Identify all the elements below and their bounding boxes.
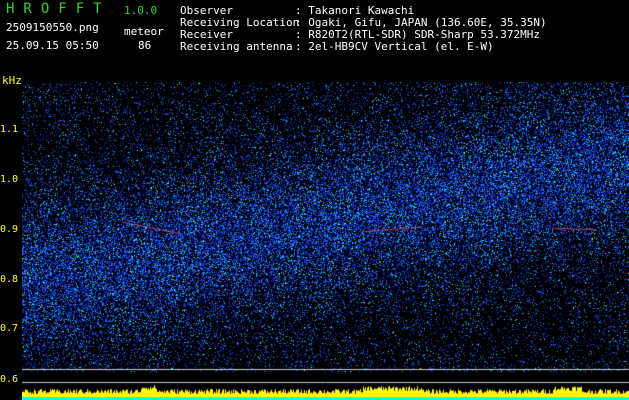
count: 86 [138, 39, 152, 52]
spectrogram-canvas [22, 82, 629, 400]
y-tick-0-6: 0.6 [0, 374, 19, 385]
y-axis-unit: kHz [2, 74, 22, 87]
y-tick-1-1: 1.1 [0, 124, 19, 135]
info-antenna-value: : 2el-HB9CV Vertical (el. E-W) [295, 40, 494, 53]
y-tick-1-0: 1.0 [0, 174, 19, 185]
y-tick-0-8: 0.8 [0, 274, 19, 285]
app-version: 1.0.0 [124, 4, 158, 17]
filename: 2509150550.png [6, 21, 99, 34]
y-tick-0-9: 0.9 [0, 224, 19, 235]
y-tick-0-7: 0.7 [0, 323, 19, 334]
app-title: HROFFT [6, 1, 111, 17]
info-antenna-label: Receiving antenna [180, 40, 293, 53]
datetime: 25.09.15 05:50 [6, 39, 99, 52]
mode-label: meteor [124, 25, 164, 38]
